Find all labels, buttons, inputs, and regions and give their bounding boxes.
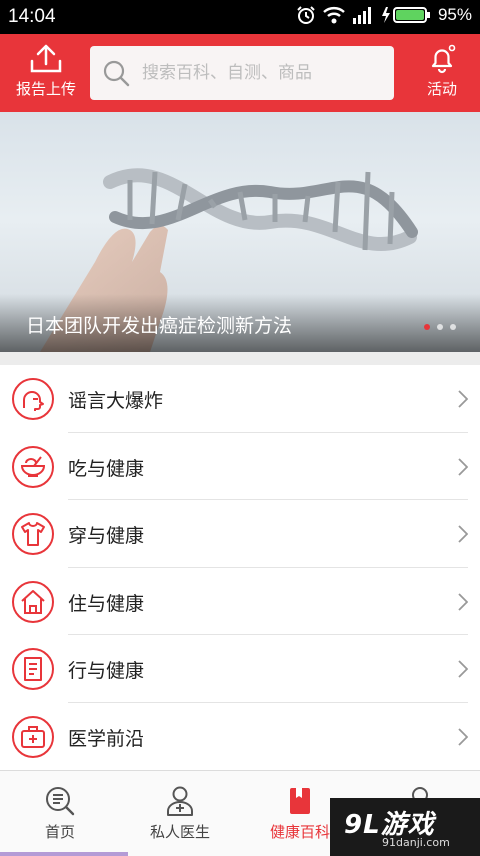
battery-percent: 95% xyxy=(437,5,472,24)
category-list: 谣言大爆炸 吃与健康 穿与健康 住与健康 行与健康 医学前沿 xyxy=(0,365,480,770)
list-item-label: 吃与健康 xyxy=(68,457,145,480)
signal-icon xyxy=(352,7,371,24)
top-header: 报告上传 活动 xyxy=(0,34,480,112)
list-item-food[interactable]: 吃与健康 xyxy=(0,433,480,500)
report-upload-button[interactable]: 报告上传 xyxy=(8,42,84,104)
search-icon xyxy=(103,60,130,87)
tab-home[interactable]: 首页 xyxy=(0,771,120,856)
book-icon xyxy=(290,788,310,814)
carousel-dot[interactable] xyxy=(437,324,443,330)
doctor-icon xyxy=(167,786,193,816)
chevron-right-icon xyxy=(458,525,468,543)
alarm-icon xyxy=(297,6,315,24)
upload-icon xyxy=(30,44,62,73)
list-item-medical-frontier[interactable]: 医学前沿 xyxy=(0,703,480,771)
bottom-strip xyxy=(0,852,128,856)
tab-label: 私人医生 xyxy=(149,823,210,841)
wifi-icon xyxy=(323,7,345,24)
chevron-right-icon xyxy=(458,727,468,746)
activity-button[interactable]: 活动 xyxy=(414,42,470,104)
upload-label: 报告上传 xyxy=(15,80,76,98)
carousel-dots[interactable] xyxy=(424,324,456,330)
list-item-housing[interactable]: 住与健康 xyxy=(0,568,480,635)
house-icon xyxy=(12,580,54,623)
list-item-travel[interactable]: 行与健康 xyxy=(0,635,480,703)
list-item-label: 谣言大爆炸 xyxy=(68,390,164,412)
list-item-label: 穿与健康 xyxy=(68,525,145,547)
bell-icon xyxy=(431,44,456,74)
carousel-dot[interactable] xyxy=(450,324,456,330)
chevron-right-icon xyxy=(458,390,468,408)
list-item-clothing[interactable]: 穿与健康 xyxy=(0,500,480,568)
battery-icon xyxy=(381,7,430,23)
bowl-icon xyxy=(12,445,54,488)
tab-private-doctor[interactable]: 私人医生 xyxy=(120,771,240,856)
carousel-dot[interactable] xyxy=(424,324,430,330)
site-watermark: 9L游戏 91danji.com xyxy=(330,798,480,856)
section-gap xyxy=(0,352,480,365)
chevron-right-icon xyxy=(458,592,468,611)
banner-caption: 日本团队开发出癌症检测新方法 xyxy=(26,315,293,337)
status-bar: 14:04 95% xyxy=(0,0,480,34)
chevron-right-icon xyxy=(458,457,468,476)
activity-label: 活动 xyxy=(426,80,457,98)
shirt-icon xyxy=(12,513,54,555)
chevron-right-icon xyxy=(458,660,468,678)
featured-banner[interactable]: 日本团队开发出癌症检测新方法 xyxy=(0,112,480,352)
search-input[interactable] xyxy=(142,63,372,83)
medical-kit-icon xyxy=(12,715,54,758)
watermark-url: 91danji.com xyxy=(382,836,450,849)
search-list-icon xyxy=(46,787,75,816)
tab-label: 首页 xyxy=(44,823,75,841)
status-icons: 95% xyxy=(296,5,472,25)
status-time: 14:04 xyxy=(8,6,56,27)
list-item-label: 住与健康 xyxy=(68,592,145,615)
list-item-label: 行与健康 xyxy=(68,660,145,682)
document-icon xyxy=(12,648,54,690)
list-item-rumors[interactable]: 谣言大爆炸 xyxy=(0,365,480,433)
search-box[interactable] xyxy=(90,46,394,100)
speaking-head-icon xyxy=(12,378,54,420)
list-item-label: 医学前沿 xyxy=(68,727,145,750)
